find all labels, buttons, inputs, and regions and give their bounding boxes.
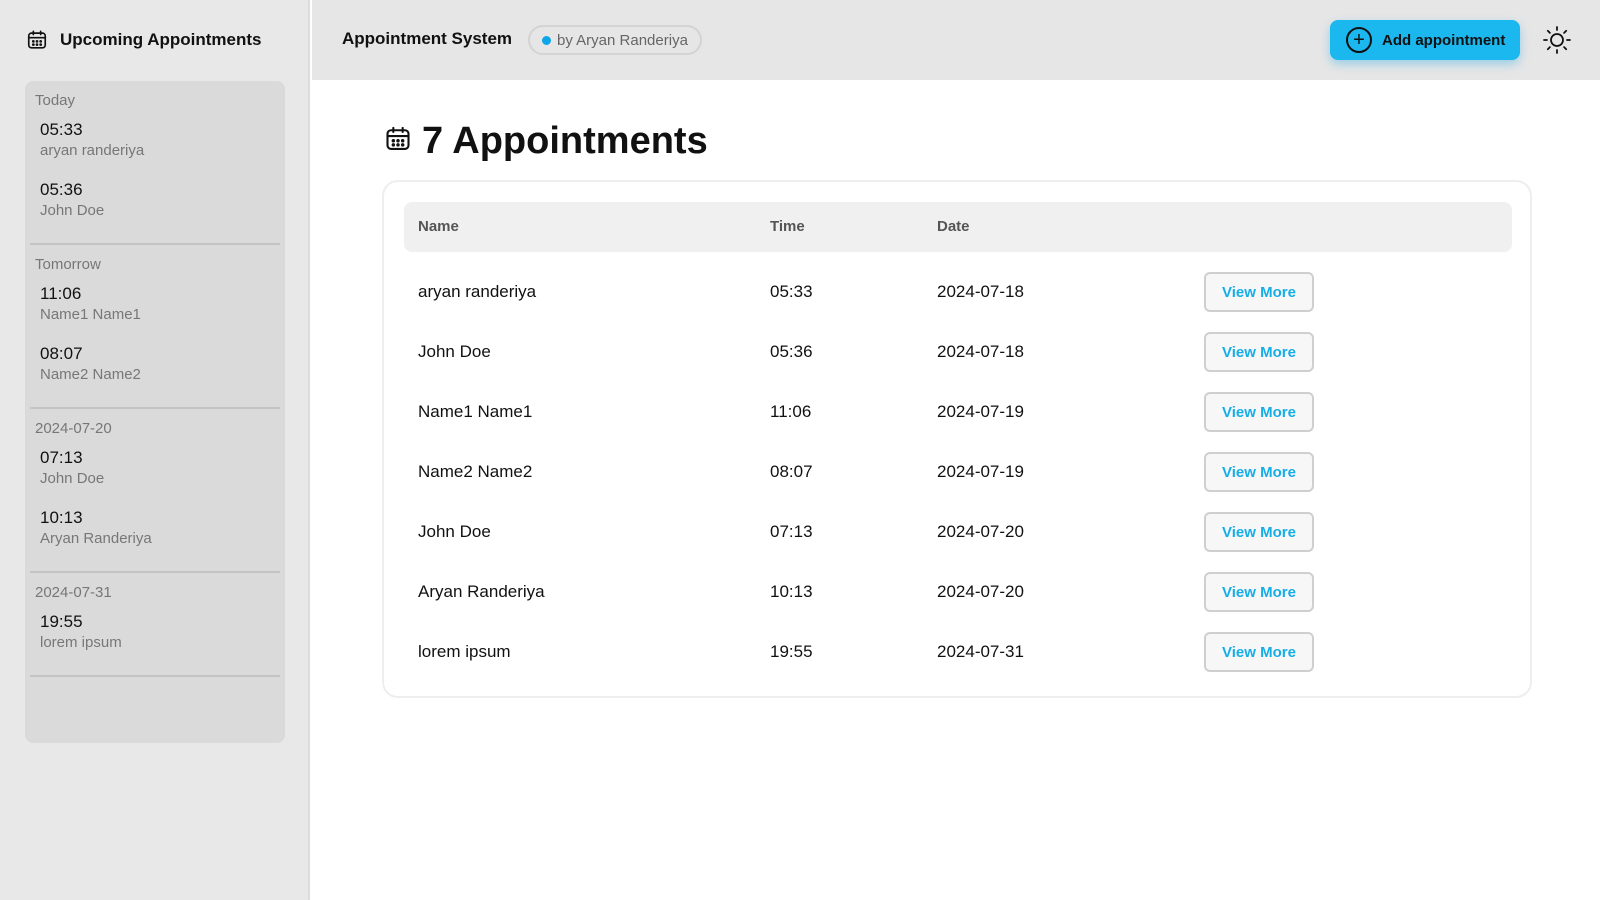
entry-time: 05:36 [40, 180, 83, 199]
group-tomorrow: Tomorrow 11:06 Name1 Name1 08:07 Name2 N… [30, 245, 280, 409]
sun-icon [1543, 26, 1571, 54]
cell-date: 2024-07-19 [937, 402, 1024, 421]
table-row: aryan randeriya 05:33 2024-07-18 View Mo… [404, 262, 1512, 322]
add-appointment-button[interactable]: + Add appointment [1330, 20, 1520, 60]
entry-name: Aryan Randeriya [40, 530, 152, 547]
group-2024-07-20: 2024-07-20 07:13 John Doe 10:13 Aryan Ra… [30, 409, 280, 573]
cell-name: aryan randeriya [418, 282, 537, 301]
view-more-button[interactable]: View More [1204, 452, 1314, 492]
list-item[interactable]: 19:55 lorem ipsum [30, 603, 280, 663]
cell-name: Name1 Name1 [418, 402, 533, 421]
app-title: Appointment System [342, 29, 513, 48]
cell-time: 19:55 [770, 642, 813, 661]
sidebar: Upcoming Appointments Today 05:33 aryan … [0, 0, 310, 900]
group-label: Tomorrow [35, 256, 101, 273]
cell-date: 2024-07-18 [937, 282, 1024, 301]
page-heading: 7 Appointments [384, 120, 708, 163]
list-item[interactable]: 11:06 Name1 Name1 [30, 275, 280, 335]
column-header-date: Date [937, 218, 970, 235]
status-dot-icon [542, 35, 551, 45]
page-title: 7 Appointments [422, 120, 708, 162]
cell-date: 2024-07-18 [937, 342, 1024, 361]
list-item[interactable]: 07:13 John Doe [30, 439, 280, 499]
entry-time: 10:13 [40, 508, 83, 527]
table-row: John Doe 05:36 2024-07-18 View More [404, 322, 1512, 382]
top-bar: Appointment System by Aryan Randeriya + … [312, 0, 1600, 80]
group-label: 2024-07-31 [35, 584, 112, 601]
cell-date: 2024-07-20 [937, 522, 1024, 541]
upcoming-list: Today 05:33 aryan randeriya 05:36 John D… [25, 81, 285, 743]
entry-time: 07:13 [40, 448, 83, 467]
cell-time: 05:33 [770, 282, 813, 301]
column-header-name: Name [418, 218, 459, 235]
entry-name: lorem ipsum [40, 634, 122, 651]
column-header-time: Time [770, 218, 805, 235]
calendar-icon [26, 29, 48, 51]
entry-time: 08:07 [40, 344, 83, 363]
view-more-button[interactable]: View More [1204, 392, 1314, 432]
entry-name: aryan randeriya [40, 142, 145, 159]
list-item[interactable]: 10:13 Aryan Randeriya [30, 499, 280, 559]
table-row: lorem ipsum 19:55 2024-07-31 View More [404, 622, 1512, 682]
entry-time: 19:55 [40, 612, 83, 631]
entry-time: 11:06 [40, 284, 82, 303]
view-more-button[interactable]: View More [1204, 512, 1314, 552]
cell-date: 2024-07-19 [937, 462, 1024, 481]
view-more-button[interactable]: View More [1204, 632, 1314, 672]
entry-name: Name1 Name1 [40, 306, 141, 323]
view-more-button[interactable]: View More [1204, 272, 1314, 312]
entry-name: John Doe [40, 202, 105, 219]
entry-name: John Doe [40, 470, 105, 487]
cell-name: Aryan Randeriya [418, 582, 545, 601]
sidebar-title: Upcoming Appointments [60, 30, 262, 49]
group-label: Today [35, 92, 76, 109]
cell-time: 08:07 [770, 462, 813, 481]
cell-name: John Doe [418, 342, 491, 361]
list-item[interactable]: 05:36 John Doe [30, 171, 280, 231]
table-row: Name2 Name2 08:07 2024-07-19 View More [404, 442, 1512, 502]
sidebar-header: Upcoming Appointments [26, 28, 261, 52]
entry-name: Name2 Name2 [40, 366, 141, 383]
plus-circle-icon: + [1346, 27, 1372, 53]
cell-time: 07:13 [770, 522, 813, 541]
table-header: Name Time Date [404, 202, 1512, 252]
cell-name: John Doe [418, 522, 491, 541]
view-more-button[interactable]: View More [1204, 332, 1314, 372]
table-row: John Doe 07:13 2024-07-20 View More [404, 502, 1512, 562]
entry-time: 05:33 [40, 120, 83, 139]
list-item[interactable]: 05:33 aryan randeriya [30, 111, 280, 171]
table-row: Aryan Randeriya 10:13 2024-07-20 View Mo… [404, 562, 1512, 622]
cell-date: 2024-07-20 [937, 582, 1024, 601]
cell-time: 05:36 [770, 342, 813, 361]
author-badge-label: by Aryan Randeriya [557, 31, 688, 49]
group-2024-07-31: 2024-07-31 19:55 lorem ipsum [30, 573, 280, 677]
theme-toggle-button[interactable] [1542, 25, 1572, 55]
cell-time: 10:13 [770, 582, 813, 601]
appointments-table: Name Time Date aryan randeriya 05:33 202… [382, 180, 1532, 698]
group-label: 2024-07-20 [35, 420, 112, 437]
group-today: Today 05:33 aryan randeriya 05:36 John D… [30, 81, 280, 245]
cell-time: 11:06 [770, 402, 812, 421]
cell-date: 2024-07-31 [937, 642, 1024, 661]
calendar-icon [384, 125, 412, 158]
cell-name: lorem ipsum [418, 642, 511, 661]
author-badge: by Aryan Randeriya [528, 25, 702, 55]
add-appointment-label: Add appointment [1382, 31, 1506, 49]
list-item[interactable]: 08:07 Name2 Name2 [30, 335, 280, 395]
view-more-button[interactable]: View More [1204, 572, 1314, 612]
table-row: Name1 Name1 11:06 2024-07-19 View More [404, 382, 1512, 442]
cell-name: Name2 Name2 [418, 462, 533, 481]
